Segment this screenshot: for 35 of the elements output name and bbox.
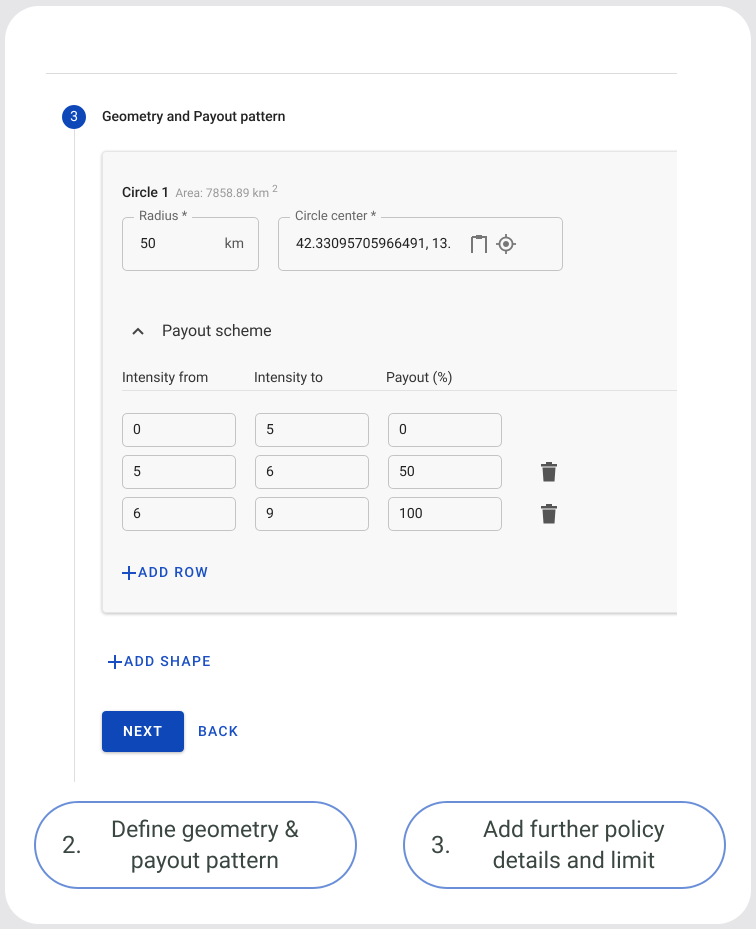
section-title: Payout scheme (162, 321, 272, 340)
plus-icon (122, 566, 136, 580)
value-input[interactable]: 42.33095705966491, 13. (296, 236, 462, 252)
column-header: Intensity to (254, 370, 324, 386)
shape-title: Circle 1 (122, 185, 170, 201)
step-title: Geometry and Payout pattern (102, 109, 286, 125)
table-input[interactable]: 100 (388, 497, 502, 531)
trash-icon[interactable] (541, 504, 557, 524)
unit-text: km (224, 236, 244, 252)
trash-icon[interactable] (541, 462, 557, 482)
next-button[interactable]: NEXT (102, 711, 184, 752)
area-text: Area: 7858.89 km $^{2}$ (175, 184, 278, 200)
table-input[interactable]: 0 (122, 413, 236, 447)
table-input[interactable]: 9 (255, 497, 369, 531)
table-input[interactable]: 5 (255, 413, 369, 447)
chevron-icon[interactable] (132, 326, 144, 334)
column-header: Intensity from (122, 370, 210, 386)
table-input[interactable]: 0 (388, 413, 502, 447)
callout-number: 3. (431, 831, 451, 859)
add-row-button[interactable]: ADD ROW (122, 565, 209, 581)
target-icon[interactable] (496, 234, 516, 254)
column-header: Payout (%) (386, 370, 454, 386)
back-button[interactable]: BACK (198, 724, 239, 740)
value-input[interactable]: 50 (140, 236, 210, 252)
callout-text: Define geometry & payout pattern (110, 815, 300, 876)
clipboard-icon[interactable] (470, 234, 488, 254)
table-input[interactable]: 6 (122, 497, 236, 531)
table-input[interactable]: 6 (255, 455, 369, 489)
table-input[interactable]: 5 (122, 455, 236, 489)
callout-text: Add further policy details and limit (482, 815, 666, 876)
plus-icon (108, 655, 122, 669)
callout-number: 2. (62, 831, 82, 859)
step-number: 3 (62, 105, 86, 129)
table-input[interactable]: 50 (388, 455, 502, 489)
add-shape-button[interactable]: ADD SHAPE (108, 654, 212, 670)
